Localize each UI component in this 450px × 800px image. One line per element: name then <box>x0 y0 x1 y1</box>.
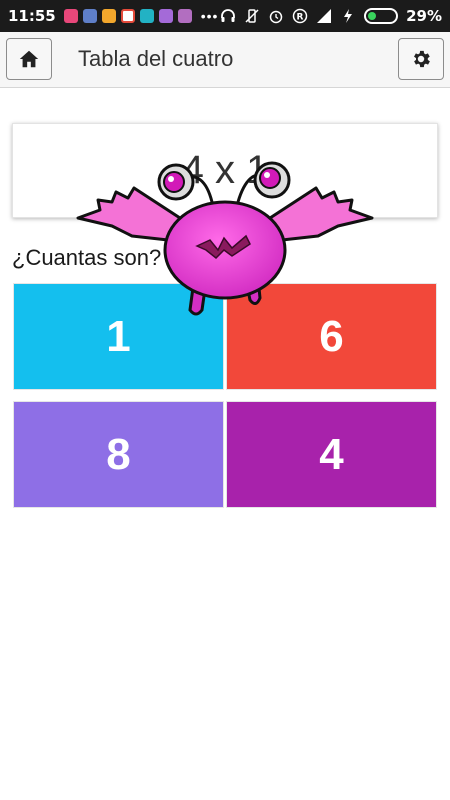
svg-text:R: R <box>297 13 304 23</box>
status-bar: 11:55 ••• R 29% <box>0 0 450 32</box>
battery-level <box>368 12 376 20</box>
flying-monster-icon <box>76 161 374 316</box>
settings-button[interactable] <box>398 38 444 80</box>
page-title: Tabla del cuatro <box>78 46 234 71</box>
alarm-icon <box>268 8 284 24</box>
gear-icon <box>414 50 430 68</box>
gmail-icon <box>120 9 135 23</box>
headphones-icon <box>220 8 236 24</box>
battery-icon <box>364 8 399 24</box>
notification-icon <box>139 9 154 23</box>
signal-icon <box>316 8 332 24</box>
battery-percent: 29% <box>406 7 442 25</box>
charging-icon <box>340 8 356 24</box>
home-button[interactable] <box>6 38 52 80</box>
app-bar: Tabla del cuatro <box>0 32 450 88</box>
vibrate-off-icon <box>244 8 260 24</box>
notification-icon <box>82 9 97 23</box>
notification-icon <box>63 9 78 23</box>
notification-icon <box>177 9 192 23</box>
answer-button-3[interactable]: 8 <box>13 401 224 508</box>
notification-icon <box>101 9 116 23</box>
more-notifications-indicator: ••• <box>200 8 219 24</box>
notification-icons: ••• <box>63 8 219 24</box>
home-icon <box>19 50 39 68</box>
status-time: 11:55 <box>8 7 56 25</box>
answer-button-4[interactable]: 4 <box>226 401 437 508</box>
registered-icon: R <box>292 8 308 24</box>
notification-icon <box>158 9 173 23</box>
